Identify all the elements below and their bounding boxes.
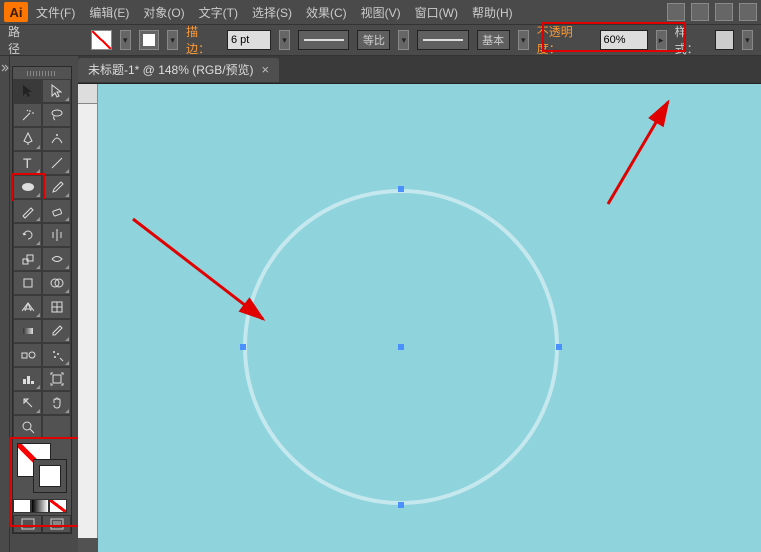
pen-tool[interactable] <box>13 127 42 151</box>
color-mode-row <box>13 499 71 513</box>
handle-north[interactable] <box>398 186 404 192</box>
svg-text:T: T <box>23 155 32 171</box>
dock-strip[interactable] <box>0 56 10 552</box>
width-tool[interactable] <box>42 247 71 271</box>
pencil-tool[interactable] <box>13 199 42 223</box>
mesh-tool[interactable] <box>42 295 71 319</box>
rotate-tool[interactable] <box>13 223 42 247</box>
extra-tool[interactable] <box>42 415 71 439</box>
handle-south[interactable] <box>398 502 404 508</box>
magic-wand-tool[interactable] <box>13 103 42 127</box>
eyedropper-tool[interactable] <box>42 319 71 343</box>
fill-stroke-indicator[interactable] <box>13 441 71 497</box>
profile-dropdown[interactable]: ▾ <box>398 30 409 50</box>
left-dock: T <box>0 56 78 552</box>
stroke-weight-dropdown[interactable]: ▾ <box>279 30 290 50</box>
canvas-area <box>78 84 761 552</box>
stroke-dropdown[interactable]: ▾ <box>167 30 178 50</box>
scale-tool[interactable] <box>13 247 42 271</box>
color-mode-solid[interactable] <box>13 499 31 513</box>
ellipse-tool[interactable] <box>13 175 42 199</box>
brushdef-dropdown[interactable]: ▾ <box>518 30 529 50</box>
document-tab-bar: 未标题-1* @ 148% (RGB/预览) × <box>0 56 761 84</box>
brushdef-label[interactable]: 基本 <box>477 30 510 50</box>
dock-expand-icon[interactable] <box>1 59 9 67</box>
opacity-label[interactable]: 不透明度： <box>537 23 592 57</box>
handle-center[interactable] <box>398 344 404 350</box>
menu-view[interactable]: 视图(V) <box>355 2 407 23</box>
gradient-tool[interactable] <box>13 319 42 343</box>
curvature-tool[interactable] <box>42 127 71 151</box>
control-bar: 路径 ▾ ▾ 描边： ▾ 等比 ▾ 基本 ▾ 不透明度： ▸ 样式： ▾ <box>0 24 761 56</box>
brushdef-preview[interactable] <box>417 30 468 50</box>
menu-select[interactable]: 选择(S) <box>246 2 298 23</box>
perspective-grid-tool[interactable] <box>13 295 42 319</box>
style-label[interactable]: 样式： <box>675 23 708 57</box>
artboard-tool[interactable] <box>42 367 71 391</box>
free-transform-tool[interactable] <box>13 271 42 295</box>
color-mode-none[interactable] <box>49 499 67 513</box>
toolbox-grip[interactable] <box>13 67 71 79</box>
stroke-label[interactable]: 描边： <box>186 23 219 57</box>
document-tab-title: 未标题-1* @ 148% (RGB/预览) <box>88 61 254 78</box>
screen-mode[interactable] <box>42 515 71 533</box>
graphic-style-swatch[interactable] <box>715 30 733 50</box>
handle-east[interactable] <box>556 344 562 350</box>
blend-tool[interactable] <box>13 343 42 367</box>
close-tab-icon[interactable]: × <box>262 62 270 77</box>
stroke-swatch[interactable] <box>139 30 159 50</box>
profile-preview[interactable] <box>298 30 349 50</box>
slice-tool[interactable] <box>13 391 42 415</box>
menu-edit[interactable]: 编辑(E) <box>83 2 135 23</box>
column-graph-tool[interactable] <box>13 367 42 391</box>
selection-tool[interactable] <box>13 79 42 103</box>
ruler-vertical[interactable] <box>78 104 98 538</box>
reflect-tool[interactable] <box>42 223 71 247</box>
menu-help[interactable]: 帮助(H) <box>466 2 519 23</box>
draw-mode[interactable] <box>13 515 42 533</box>
menu-bar: Ai 文件(F) 编辑(E) 对象(O) 文字(T) 选择(S) 效果(C) 视… <box>0 0 761 24</box>
toolbox: T <box>12 66 72 534</box>
profile-label[interactable]: 等比 <box>357 30 390 50</box>
menu-object[interactable]: 对象(O) <box>137 2 190 23</box>
ruler-origin[interactable] <box>78 84 98 104</box>
stroke-indicator[interactable] <box>33 459 67 493</box>
style-dropdown[interactable]: ▾ <box>742 30 753 50</box>
selection-kind-label: 路径 <box>8 23 30 57</box>
shape-builder-tool[interactable] <box>42 271 71 295</box>
app-logo: Ai <box>4 2 28 22</box>
line-segment-tool[interactable] <box>42 151 71 175</box>
menu-file[interactable]: 文件(F) <box>30 2 81 23</box>
lasso-tool[interactable] <box>42 103 71 127</box>
handle-west[interactable] <box>240 344 246 350</box>
selection-bounding-box <box>243 189 559 505</box>
opacity-dropdown[interactable]: ▸ <box>656 30 667 50</box>
stroke-weight-input[interactable] <box>227 30 271 50</box>
search-icon[interactable] <box>739 3 757 21</box>
screen-mode-row <box>13 515 71 533</box>
menu-effect[interactable]: 效果(C) <box>300 2 353 23</box>
zoom-tool[interactable] <box>13 415 42 439</box>
annotation-arrow-to-opacity <box>598 94 698 219</box>
hand-tool[interactable] <box>42 391 71 415</box>
document-tab[interactable]: 未标题-1* @ 148% (RGB/预览) × <box>78 58 279 82</box>
symbol-sprayer-tool[interactable] <box>42 343 71 367</box>
type-tool[interactable]: T <box>13 151 42 175</box>
fill-dropdown[interactable]: ▾ <box>120 30 131 50</box>
paintbrush-tool[interactable] <box>42 175 71 199</box>
artboard[interactable] <box>98 84 761 552</box>
arrange-icon[interactable] <box>715 3 733 21</box>
color-mode-gradient[interactable] <box>31 499 49 513</box>
stock-icon[interactable] <box>691 3 709 21</box>
workspace-icon[interactable] <box>667 3 685 21</box>
eraser-tool[interactable] <box>42 199 71 223</box>
opacity-input[interactable] <box>600 30 648 50</box>
menu-type[interactable]: 文字(T) <box>193 2 244 23</box>
direct-selection-tool[interactable] <box>42 79 71 103</box>
menu-window[interactable]: 窗口(W) <box>409 2 464 23</box>
fill-swatch[interactable] <box>91 30 111 50</box>
